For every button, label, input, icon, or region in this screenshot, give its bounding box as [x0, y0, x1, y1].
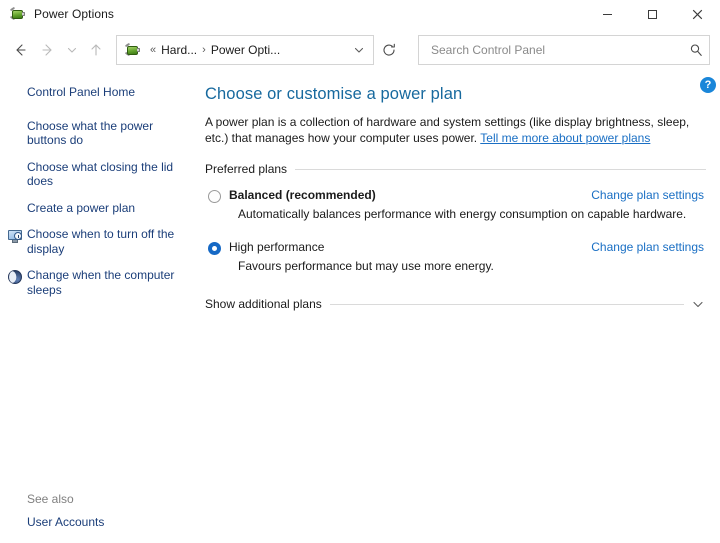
sidebar-item-computer-sleeps[interactable]: Change when the computer sleeps	[0, 268, 200, 297]
radio-high-performance[interactable]	[208, 242, 221, 255]
navigation-toolbar: « Hard... › Power Opti...	[0, 28, 720, 72]
monitor-clock-icon	[7, 228, 23, 244]
sidebar: Control Panel Home Choose what the power…	[0, 72, 200, 543]
change-plan-settings-high-performance[interactable]: Change plan settings	[591, 240, 706, 255]
chevron-down-icon[interactable]	[347, 37, 371, 63]
show-additional-plans-label: Show additional plans	[205, 297, 322, 311]
back-button[interactable]	[6, 36, 34, 64]
see-also-link-user-accounts[interactable]: User Accounts	[27, 515, 200, 530]
power-plug-battery-icon	[9, 6, 26, 22]
power-plan-high-performance-description: Favours performance but may use more ene…	[238, 259, 494, 273]
search-box[interactable]	[418, 35, 710, 65]
expander-divider	[329, 303, 684, 305]
tell-me-more-link[interactable]: Tell me more about power plans	[480, 131, 650, 145]
window-body: Control Panel Home Choose what the power…	[0, 72, 720, 543]
sidebar-item-power-buttons[interactable]: Choose what the power buttons do	[0, 119, 200, 148]
window-title: Power Options	[34, 7, 115, 21]
power-plan-balanced-description: Automatically balances performance with …	[238, 207, 687, 221]
address-bar[interactable]: « Hard... › Power Opti...	[116, 35, 374, 65]
change-plan-settings-balanced[interactable]: Change plan settings	[591, 188, 706, 203]
intro-paragraph: A power plan is a collection of hardware…	[205, 114, 698, 146]
title-bar: Power Options	[0, 0, 720, 28]
recent-locations-button[interactable]	[62, 36, 82, 64]
search-icon[interactable]	[685, 43, 703, 57]
help-icon[interactable]: ?	[700, 77, 716, 93]
preferred-plans-header: Preferred plans	[205, 162, 706, 176]
show-additional-plans-expander[interactable]: Show additional plans	[205, 297, 706, 311]
breadcrumb-separator: ›	[202, 44, 206, 56]
see-also-section: See also User Accounts	[0, 492, 200, 530]
sidebar-item-create-power-plan[interactable]: Create a power plan	[0, 201, 200, 216]
main-content: ? Choose or customise a power plan A pow…	[200, 72, 720, 543]
breadcrumb-hardware[interactable]: Hard...	[159, 42, 199, 58]
radio-balanced[interactable]	[208, 190, 221, 203]
sidebar-item-closing-lid[interactable]: Choose what closing the lid does	[0, 160, 200, 189]
chevron-down-icon[interactable]	[692, 298, 706, 310]
moon-icon	[7, 269, 23, 285]
power-plan-balanced-name: Balanced (recommended)	[229, 188, 376, 202]
forward-button[interactable]	[34, 36, 62, 64]
sidebar-item-computer-sleeps-label: Change when the computer sleeps	[27, 268, 175, 297]
minimize-button[interactable]	[585, 0, 630, 28]
refresh-icon[interactable]	[374, 37, 404, 63]
up-button[interactable]	[82, 36, 110, 64]
power-plan-balanced[interactable]: Balanced (recommended) Change plan setti…	[205, 188, 706, 222]
section-divider	[295, 168, 706, 170]
sidebar-item-control-panel-home[interactable]: Control Panel Home	[0, 85, 200, 100]
window-controls	[585, 0, 720, 28]
power-plan-high-performance-name: High performance	[229, 240, 325, 254]
see-also-label: See also	[27, 491, 74, 506]
address-power-plug-battery-icon	[124, 42, 141, 58]
page-title: Choose or customise a power plan	[205, 85, 463, 103]
search-input[interactable]	[429, 42, 685, 58]
sidebar-item-turn-off-display-label: Choose when to turn off the display	[27, 227, 175, 256]
power-plan-high-performance[interactable]: High performance Change plan settings Fa…	[205, 240, 706, 274]
power-options-window: Power Options « Hard... › Power Opti... …	[0, 0, 720, 543]
breadcrumb-power-options[interactable]: Power Opti...	[209, 42, 282, 58]
breadcrumb-overflow[interactable]: «	[147, 44, 159, 56]
maximize-button[interactable]	[630, 0, 675, 28]
sidebar-item-turn-off-display[interactable]: Choose when to turn off the display	[0, 227, 200, 256]
close-button[interactable]	[675, 0, 720, 28]
preferred-plans-label: Preferred plans	[205, 162, 288, 176]
